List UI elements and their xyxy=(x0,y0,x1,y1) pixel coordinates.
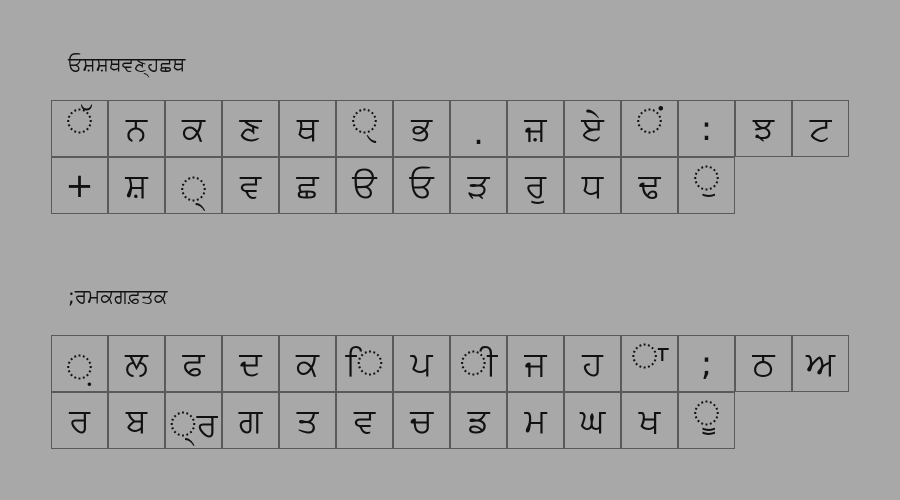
key-lower-r1-14[interactable]: ਅ xyxy=(792,335,849,392)
key-row-lower-2: ਰ ਬ੍ਰ ਗ ਤ ਵ ਚ ਡ ਮ ਘ ਖੂ xyxy=(51,392,735,449)
key-upper-r1-7[interactable]: ਭ xyxy=(393,100,450,157)
key-upper-r1-13[interactable]: ਝ xyxy=(735,100,792,157)
key-upper-r1-11[interactable]: ਂ xyxy=(621,100,678,157)
key-lower-r1-13[interactable]: ਠ xyxy=(735,335,792,392)
key-lower-r2-2[interactable]: ਬ xyxy=(108,392,165,449)
key-lower-r1-12[interactable]: ; xyxy=(678,335,735,392)
key-lower-r1-3[interactable]: ਫ xyxy=(165,335,222,392)
key-lower-r2-1[interactable]: ਰ xyxy=(51,392,108,449)
key-upper-r2-4[interactable]: ਵ xyxy=(222,157,279,214)
key-upper-r2-2[interactable]: ਸ਼ xyxy=(108,157,165,214)
key-lower-r1-9[interactable]: ਜ xyxy=(507,335,564,392)
keyboard-layout-label-upper: ਓਸ਼ਸ਼ਥਵਣ੍ਹਛਥ xyxy=(68,52,186,76)
key-upper-r1-10[interactable]: ਏ xyxy=(564,100,621,157)
key-upper-r2-10[interactable]: ਧ xyxy=(564,157,621,214)
key-lower-r2-5[interactable]: ਤ xyxy=(279,392,336,449)
key-row-upper-1: ੱ ਨ ਕ ਣ ਥੑ ਭ. ਜ਼ ਏਂ: ਝ ਟ xyxy=(51,100,849,157)
key-upper-r1-5[interactable]: ਥ xyxy=(279,100,336,157)
key-lower-r2-8[interactable]: ਡ xyxy=(450,392,507,449)
key-upper-r2-6[interactable]: ੳ xyxy=(336,157,393,214)
key-upper-r1-4[interactable]: ਣ xyxy=(222,100,279,157)
key-upper-r1-9[interactable]: ਜ਼ xyxy=(507,100,564,157)
key-upper-r1-3[interactable]: ਕ xyxy=(165,100,222,157)
key-lower-r2-6[interactable]: ਵ xyxy=(336,392,393,449)
key-lower-r2-4[interactable]: ਗ xyxy=(222,392,279,449)
key-lower-r2-9[interactable]: ਮ xyxy=(507,392,564,449)
key-upper-r2-7[interactable]: ਓ xyxy=(393,157,450,214)
key-upper-r1-2[interactable]: ਨ xyxy=(108,100,165,157)
key-upper-r2-8[interactable]: ੜ xyxy=(450,157,507,214)
key-upper-r2-11[interactable]: ਢ xyxy=(621,157,678,214)
key-row-upper-2: + ਸ਼੍ ਵ ਛ ੳ ਓ ੜ ਰੁ ਧ ਢੁ xyxy=(51,157,735,214)
key-lower-r1-2[interactable]: ਲ xyxy=(108,335,165,392)
key-lower-r1-10[interactable]: ਹ xyxy=(564,335,621,392)
key-lower-r1-11[interactable]: ਾ xyxy=(621,335,678,392)
key-upper-r1-1[interactable]: ੱ xyxy=(51,100,108,157)
key-lower-r2-11[interactable]: ਖ xyxy=(621,392,678,449)
keyboard-layout-label-lower: ;ਰਮਕਗਫ਼ਤਕ xyxy=(68,284,168,308)
key-upper-r2-12[interactable]: ੁ xyxy=(678,157,735,214)
key-lower-r1-1[interactable]: ਼ xyxy=(51,335,108,392)
key-upper-r1-12[interactable]: : xyxy=(678,100,735,157)
key-upper-r2-3[interactable]: ੍ xyxy=(165,157,222,214)
key-upper-r1-8[interactable]: . xyxy=(450,100,507,157)
key-upper-r1-14[interactable]: ਟ xyxy=(792,100,849,157)
key-lower-r2-12[interactable]: ੂ xyxy=(678,392,735,449)
key-lower-r2-7[interactable]: ਚ xyxy=(393,392,450,449)
key-upper-r2-1[interactable]: + xyxy=(51,157,108,214)
key-row-lower-1: ਼ ਲ ਫ ਦ ਕਿ ਪੀ ਜ ਹਾ; ਠ ਅ xyxy=(51,335,849,392)
key-lower-r2-3[interactable]: ੍ਰ xyxy=(165,392,222,449)
key-lower-r1-7[interactable]: ਪ xyxy=(393,335,450,392)
key-upper-r2-5[interactable]: ਛ xyxy=(279,157,336,214)
key-lower-r1-6[interactable]: ਿ xyxy=(336,335,393,392)
key-upper-r2-9[interactable]: ਰੁ xyxy=(507,157,564,214)
key-lower-r1-8[interactable]: ੀ xyxy=(450,335,507,392)
key-lower-r1-5[interactable]: ਕ xyxy=(279,335,336,392)
key-lower-r1-4[interactable]: ਦ xyxy=(222,335,279,392)
key-lower-r2-10[interactable]: ਘ xyxy=(564,392,621,449)
key-upper-r1-6[interactable]: ੑ xyxy=(336,100,393,157)
